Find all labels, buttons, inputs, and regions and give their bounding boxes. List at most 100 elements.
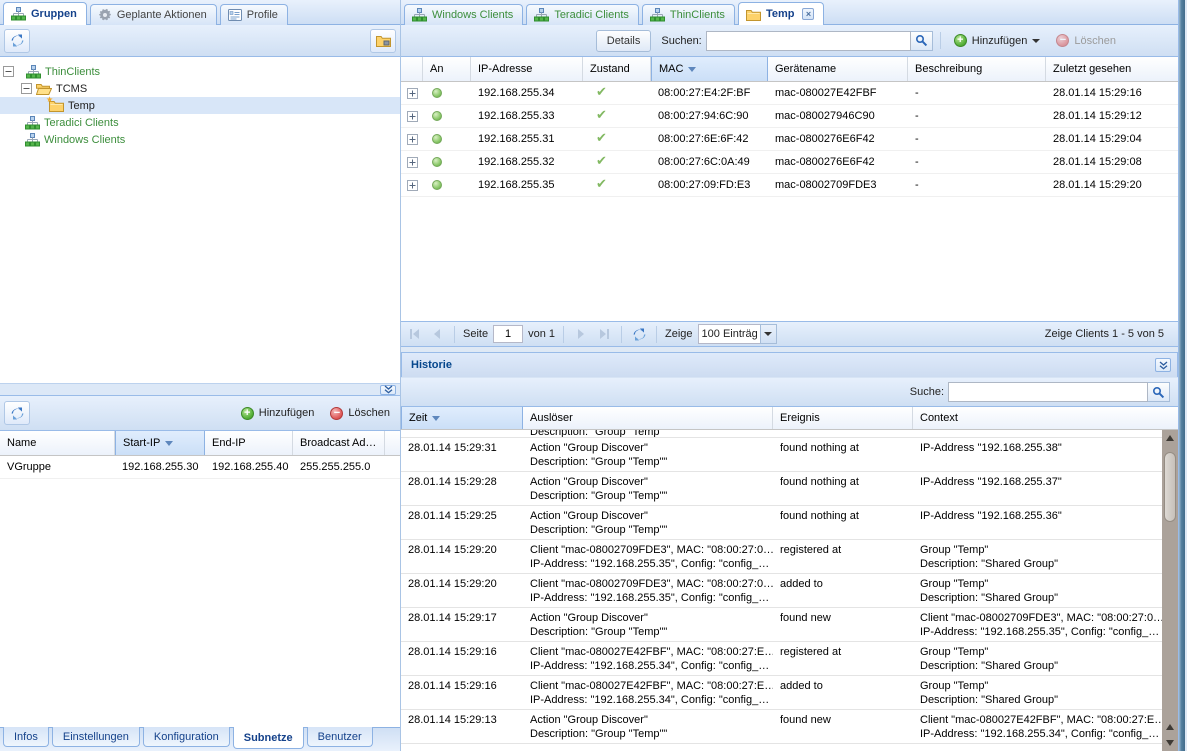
collapse-minus-icon[interactable] xyxy=(3,66,14,77)
page-number-input[interactable] xyxy=(493,325,523,343)
refresh-button[interactable] xyxy=(4,29,30,53)
history-row-clipped[interactable]: Description: "Group "Temp"" xyxy=(401,430,1162,438)
column-header-ereignis[interactable]: Ereignis xyxy=(773,407,913,429)
tree-item-temp[interactable]: ★ Temp xyxy=(0,97,400,114)
scroll-up-button-bottom[interactable] xyxy=(1162,719,1178,735)
client-row[interactable]: 192.168.255.32 ✔ 08:00:27:6C:0A:49 mac-0… xyxy=(401,151,1178,174)
column-header-an[interactable]: An xyxy=(423,57,471,81)
tree-item-windows-clients[interactable]: Windows Clients xyxy=(0,131,400,148)
history-row[interactable]: 28.01.14 15:29:16 Client "mac-080027E42F… xyxy=(401,642,1162,676)
collapse-minus-icon[interactable] xyxy=(21,83,32,94)
tab-geplante-aktionen[interactable]: Geplante Aktionen xyxy=(90,4,217,25)
row-expander[interactable] xyxy=(401,82,423,104)
column-header-zuletzt-gesehen[interactable]: Zuletzt gesehen xyxy=(1046,57,1178,81)
history-search-input[interactable] xyxy=(948,382,1148,402)
tab-windows-clients[interactable]: Windows Clients xyxy=(404,4,523,25)
history-time: 28.01.14 15:29:16 xyxy=(401,676,523,709)
search-input[interactable] xyxy=(706,31,911,51)
expand-plus-icon[interactable] xyxy=(407,134,418,145)
add-client-button[interactable]: + Hinzufügen xyxy=(948,30,1047,52)
history-scrollbar[interactable] xyxy=(1162,430,1178,751)
client-row[interactable]: 192.168.255.33 ✔ 08:00:27:94:6C:90 mac-0… xyxy=(401,105,1178,128)
first-page-button[interactable] xyxy=(405,325,423,343)
details-button[interactable]: Details xyxy=(596,30,652,52)
history-search-button[interactable] xyxy=(1148,382,1170,402)
row-expander[interactable] xyxy=(401,105,423,127)
column-header-ip[interactable]: IP-Adresse xyxy=(471,57,583,81)
scrollbar-thumb[interactable] xyxy=(1164,452,1176,522)
refresh-button[interactable] xyxy=(4,401,30,425)
collapse-historie-button[interactable] xyxy=(1155,358,1171,372)
column-header-beschreibung[interactable]: Beschreibung xyxy=(908,57,1046,81)
column-header-mac[interactable]: MAC xyxy=(651,57,768,81)
client-state-cell: ✔ xyxy=(583,174,651,196)
tab-temp[interactable]: Temp × xyxy=(738,2,825,25)
client-device-name: mac-08002709FDE3 xyxy=(768,174,908,196)
expand-plus-icon[interactable] xyxy=(407,180,418,191)
folder-options-button[interactable] xyxy=(370,29,396,53)
client-row[interactable]: 192.168.255.34 ✔ 08:00:27:E4:2F:BF mac-0… xyxy=(401,82,1178,105)
column-header-ausloeser[interactable]: Auslöser xyxy=(523,407,773,429)
row-expander[interactable] xyxy=(401,174,423,196)
tree-label: Windows Clients xyxy=(44,134,125,146)
client-row[interactable]: 192.168.255.35 ✔ 08:00:27:09:FD:E3 mac-0… xyxy=(401,174,1178,197)
refresh-button[interactable] xyxy=(630,325,648,343)
tree-item-teradici-clients[interactable]: Teradici Clients xyxy=(0,114,400,131)
history-row[interactable]: 28.01.14 15:29:17 Action "Group Discover… xyxy=(401,608,1162,642)
horizontal-splitter[interactable] xyxy=(0,383,400,395)
search-button[interactable] xyxy=(911,31,933,51)
subnet-add-button[interactable]: + Hinzufügen xyxy=(235,402,321,424)
tab-konfiguration[interactable]: Konfiguration xyxy=(143,727,230,747)
column-header-zustand[interactable]: Zustand xyxy=(583,57,651,81)
client-row[interactable]: 192.168.255.31 ✔ 08:00:27:6E:6F:42 mac-0… xyxy=(401,128,1178,151)
history-row[interactable]: 28.01.14 15:29:16 Client "mac-080027E42F… xyxy=(401,676,1162,710)
tree-item-thinclients[interactable]: ThinClients xyxy=(0,63,400,80)
column-header-context[interactable]: Context xyxy=(913,407,1162,429)
column-header-zeit[interactable]: Zeit xyxy=(401,407,523,429)
close-tab-icon[interactable]: × xyxy=(802,8,814,20)
collapse-panel-button[interactable] xyxy=(380,385,396,395)
tab-einstellungen[interactable]: Einstellungen xyxy=(52,727,140,747)
clients-icon xyxy=(650,8,665,22)
expand-plus-icon[interactable] xyxy=(407,88,418,99)
column-header-end-ip[interactable]: End-IP xyxy=(205,431,293,455)
history-row[interactable]: 28.01.14 15:29:25 Action "Group Discover… xyxy=(401,506,1162,540)
scroll-down-button[interactable] xyxy=(1162,735,1178,751)
tab-subnetze[interactable]: Subnetze xyxy=(233,727,304,749)
history-row[interactable]: 28.01.14 15:29:20 Client "mac-08002709FD… xyxy=(401,574,1162,608)
history-row[interactable]: 28.01.14 15:29:28 Action "Group Discover… xyxy=(401,472,1162,506)
column-header-broadcast[interactable]: Broadcast Ad… xyxy=(293,431,385,455)
scroll-up-button[interactable] xyxy=(1162,430,1178,446)
column-header-geraetename[interactable]: Gerätename xyxy=(768,57,908,81)
column-header-start-ip[interactable]: Start-IP xyxy=(115,431,205,455)
expand-plus-icon[interactable] xyxy=(407,111,418,122)
expand-plus-icon[interactable] xyxy=(407,157,418,168)
collapsed-east-splitter[interactable] xyxy=(1179,0,1185,751)
subnet-row[interactable]: VGruppe 192.168.255.30 192.168.255.40 25… xyxy=(0,456,400,479)
combo-trigger-button[interactable] xyxy=(760,324,777,344)
power-on-icon xyxy=(432,180,442,190)
historie-panel-header[interactable]: Historie xyxy=(401,352,1178,377)
tab-infos[interactable]: Infos xyxy=(3,727,49,747)
next-page-button[interactable] xyxy=(572,325,590,343)
client-mac: 08:00:27:94:6C:90 xyxy=(651,105,768,127)
history-row[interactable]: 28.01.14 15:29:20 Client "mac-08002709FD… xyxy=(401,540,1162,574)
tab-teradici-clients[interactable]: Teradici Clients xyxy=(526,4,639,25)
column-header-name[interactable]: Name xyxy=(0,431,115,455)
history-trigger: Action "Group Discover"Description: "Gro… xyxy=(523,710,773,743)
delete-client-button[interactable]: − Löschen xyxy=(1050,30,1122,52)
tab-thinclients[interactable]: ThinClients xyxy=(642,4,735,25)
last-page-button[interactable] xyxy=(595,325,613,343)
page-size-combo[interactable]: 100 Einträg xyxy=(698,324,777,344)
history-row[interactable]: 28.01.14 15:29:13 Action "Group Discover… xyxy=(401,710,1162,744)
tab-profile[interactable]: Profile xyxy=(220,4,288,25)
subnet-delete-button[interactable]: − Löschen xyxy=(324,402,396,424)
prev-page-button[interactable] xyxy=(428,325,446,343)
row-expander[interactable] xyxy=(401,128,423,150)
tab-gruppen[interactable]: Gruppen xyxy=(3,2,87,25)
tree-item-tcms[interactable]: TCMS xyxy=(0,80,400,97)
row-expander[interactable] xyxy=(401,151,423,173)
tab-benutzer[interactable]: Benutzer xyxy=(307,727,373,747)
history-row[interactable]: 28.01.14 15:29:31 Action "Group Discover… xyxy=(401,438,1162,472)
arrow-up-icon xyxy=(1166,435,1174,441)
